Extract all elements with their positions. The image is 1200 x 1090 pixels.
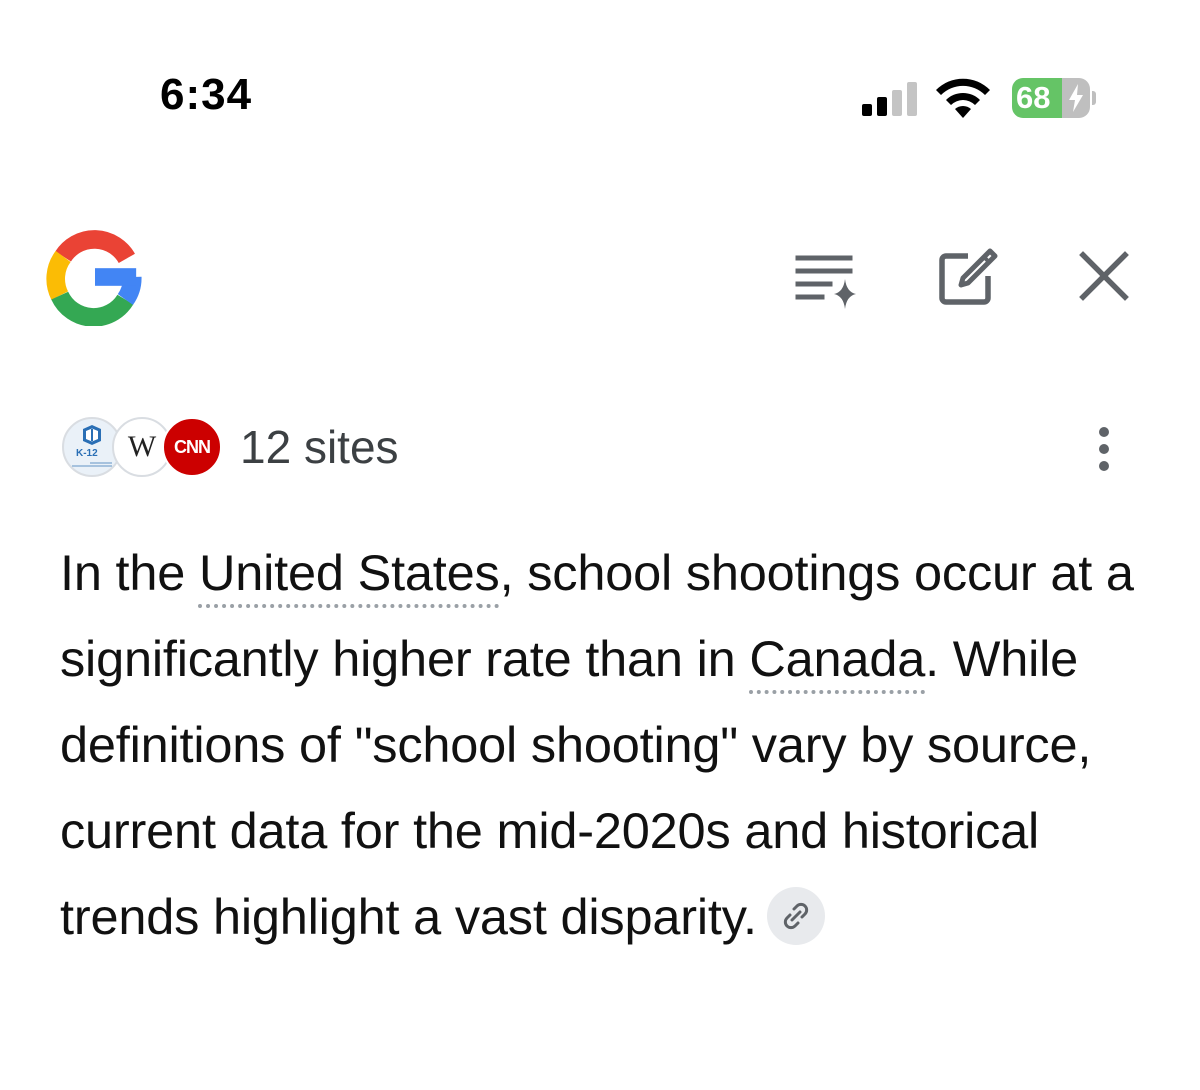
ai-overview-answer: In the United States, school shootings o… <box>60 530 1150 960</box>
cnn-letter: CNN <box>174 437 211 457</box>
charging-bolt-icon <box>1069 84 1083 112</box>
more-options-icon[interactable] <box>1084 422 1124 476</box>
new-chat-edit-button[interactable] <box>932 240 1004 312</box>
battery-indicator: 68 <box>1012 78 1096 118</box>
status-time: 6:34 <box>160 70 253 119</box>
ai-list-icon <box>795 255 856 309</box>
k12-label: K-12 <box>76 448 98 459</box>
close-button[interactable] <box>1068 240 1140 312</box>
close-icon <box>1079 251 1129 301</box>
battery-body: 68 <box>1012 78 1090 118</box>
entity-link-canada[interactable]: Canada <box>749 630 925 687</box>
wifi-icon <box>936 78 990 118</box>
cellular-signal-icon <box>862 82 917 116</box>
battery-cap <box>1092 91 1096 105</box>
source-favicons[interactable]: K-12 W CNN <box>62 417 222 481</box>
battery-percent: 68 <box>1016 80 1051 115</box>
edit-icon <box>939 248 998 305</box>
answer-text: In the <box>60 544 199 601</box>
cnn-icon: CNN <box>162 417 222 477</box>
citation-link-button[interactable] <box>766 886 825 945</box>
entity-link-united-states[interactable]: United States <box>199 544 500 601</box>
sources-count[interactable]: 12 sites <box>240 420 399 474</box>
ai-list-button[interactable] <box>790 240 862 312</box>
google-g-icon <box>46 230 142 326</box>
link-icon <box>783 902 808 929</box>
